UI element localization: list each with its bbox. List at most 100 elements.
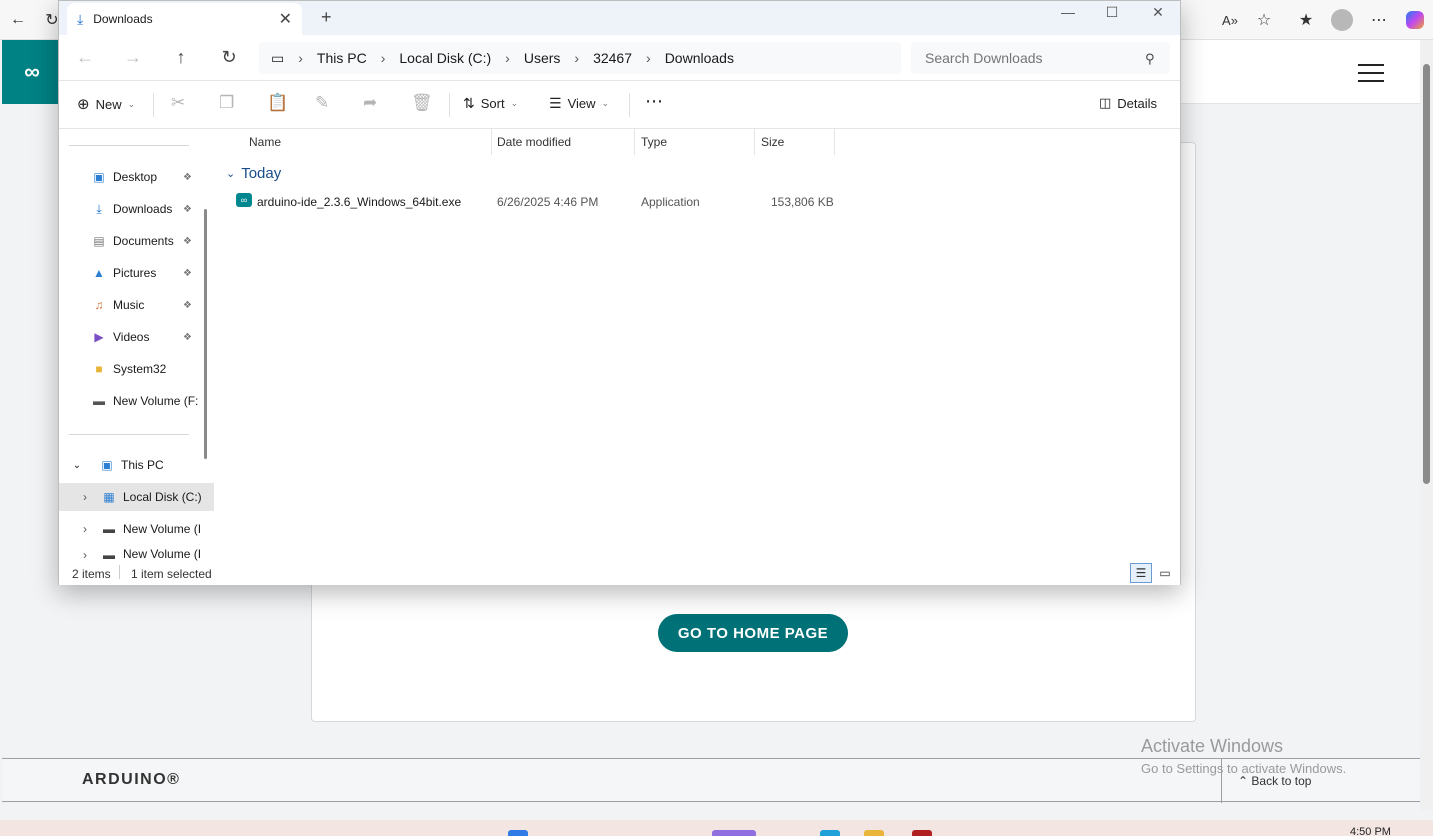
edge-icon[interactable]	[820, 830, 840, 836]
nav-item-local-disk-c[interactable]: › ▦ Local Disk (C:)	[59, 483, 214, 511]
crumb-local-disk[interactable]: Local Disk (C:)	[399, 50, 491, 66]
new-button[interactable]: ⊕ New ⌄	[77, 95, 135, 113]
read-aloud-icon[interactable]: A»	[1218, 8, 1242, 32]
chevron-right-icon[interactable]: ›	[381, 50, 386, 66]
pin-icon[interactable]: ❖	[183, 204, 192, 215]
pin-icon[interactable]: ❖	[183, 268, 192, 279]
close-tab-icon[interactable]: ✕	[279, 9, 292, 29]
chevron-down-icon[interactable]: ⌄	[69, 457, 85, 473]
chevron-right-icon[interactable]: ›	[77, 547, 93, 561]
column-divider[interactable]	[491, 129, 492, 155]
file-date: 6/26/2025 4:46 PM	[497, 195, 599, 209]
scrollbar-thumb[interactable]	[1423, 64, 1430, 484]
column-divider[interactable]	[834, 129, 835, 155]
nav-item-videos[interactable]: ▶ Videos ❖	[59, 323, 214, 351]
footer-logo[interactable]: ARDUINO®	[82, 771, 180, 789]
chevron-right-icon[interactable]: ›	[77, 521, 93, 537]
paste-icon[interactable]: 📋	[267, 93, 288, 113]
go-to-home-page-button[interactable]: GO TO HOME PAGE	[658, 614, 848, 652]
nav-item-documents[interactable]: ▤ Documents ❖	[59, 227, 214, 255]
nav-item-label: Pictures	[113, 266, 157, 280]
chevron-right-icon[interactable]: ›	[298, 50, 303, 66]
file-explorer-icon[interactable]	[864, 830, 884, 836]
pin-icon[interactable]: ❖	[183, 332, 192, 343]
nav-scrollbar[interactable]	[204, 209, 207, 459]
toolbar-divider	[449, 93, 450, 117]
tiles-view-icon[interactable]: ▭	[1154, 563, 1176, 583]
minimize-icon[interactable]: —	[1045, 1, 1091, 23]
new-tab-icon[interactable]: +	[321, 7, 332, 28]
delete-icon[interactable]: 🗑	[411, 93, 433, 113]
see-more-icon[interactable]: ⋯	[645, 91, 663, 112]
chevron-right-icon[interactable]: ›	[646, 50, 651, 66]
nav-item-this-pc[interactable]: ⌄ ▣ This PC	[59, 451, 214, 479]
table-row[interactable]: ∞ arduino-ide_2.3.6_Windows_64bit.exe 6/…	[216, 189, 856, 213]
group-label: Today	[241, 165, 282, 182]
status-divider	[119, 565, 120, 579]
chevron-right-icon[interactable]: ›	[505, 50, 510, 66]
pin-icon[interactable]: ❖	[183, 236, 192, 247]
hamburger-menu-icon[interactable]	[1358, 64, 1384, 82]
nav-item-system32[interactable]: ■ System32	[59, 355, 214, 383]
copy-icon[interactable]: ❐	[219, 93, 234, 113]
chevron-right-icon[interactable]: ›	[77, 489, 93, 505]
taskbar-clock[interactable]: 4:50 PM	[1350, 826, 1391, 836]
group-header-today[interactable]: ⌄ Today	[226, 165, 281, 182]
column-divider[interactable]	[754, 129, 755, 155]
nav-item-new-volume-f[interactable]: ▬ New Volume (F:	[59, 387, 214, 415]
more-icon[interactable]: ⋯	[1367, 8, 1391, 32]
column-size[interactable]: Size	[761, 135, 784, 149]
rename-icon[interactable]: ✎	[315, 93, 329, 113]
page-scrollbar[interactable]	[1420, 40, 1433, 810]
back-to-top-link[interactable]: ⌃ Back to top	[1238, 774, 1311, 788]
nav-item-label: Local Disk (C:)	[123, 490, 202, 504]
crumb-users[interactable]: Users	[524, 50, 561, 66]
crumb-this-pc[interactable]: This PC	[317, 50, 367, 66]
nav-item-downloads[interactable]: ⤓ Downloads ❖	[59, 195, 214, 223]
favorite-star-icon[interactable]: ☆	[1252, 8, 1276, 32]
view-button[interactable]: ☰ View ⌄	[549, 95, 609, 112]
chevron-right-icon[interactable]: ›	[574, 50, 579, 66]
column-type[interactable]: Type	[641, 135, 667, 149]
taskbar-app-icon-2[interactable]	[912, 830, 932, 836]
search-icon[interactable]: ⚲	[1145, 51, 1155, 67]
tab-downloads[interactable]: ⤓ Downloads ✕	[67, 3, 302, 35]
taskbar-app-icon[interactable]	[712, 830, 756, 836]
column-divider[interactable]	[634, 129, 635, 155]
nav-item-music[interactable]: ♫ Music ❖	[59, 291, 214, 319]
crumb-downloads[interactable]: Downloads	[665, 50, 734, 66]
computer-icon[interactable]: ▭	[271, 50, 284, 67]
nav-up-icon[interactable]: ↑	[169, 47, 193, 68]
nav-refresh-icon[interactable]: ↻	[217, 47, 241, 68]
nav-item-new-volume-2[interactable]: › ▬ New Volume (I	[59, 547, 214, 561]
nav-item-new-volume[interactable]: › ▬ New Volume (I	[59, 515, 214, 543]
maximize-icon[interactable]: ☐	[1089, 1, 1135, 23]
start-icon[interactable]	[508, 830, 528, 836]
command-bar: ⊕ New ⌄ ✂ ❐ 📋 ✎ ➦ 🗑 ⇅ Sort ⌄ ☰ View ⌄ ⋯ …	[59, 81, 1180, 129]
nav-back-icon[interactable]: ←	[73, 47, 97, 68]
file-name[interactable]: arduino-ide_2.3.6_Windows_64bit.exe	[257, 195, 461, 209]
nav-item-label: Desktop	[113, 170, 158, 184]
favorites-icon[interactable]: ★	[1294, 8, 1318, 32]
sort-button[interactable]: ⇅ Sort ⌄	[463, 95, 518, 112]
nav-item-desktop[interactable]: ▣ Desktop ❖	[59, 163, 214, 191]
column-date-modified[interactable]: Date modified	[497, 135, 571, 149]
chevron-down-icon: ⌄	[601, 98, 610, 108]
share-icon[interactable]: ➦	[363, 93, 377, 113]
profile-avatar[interactable]	[1331, 9, 1353, 31]
details-view-icon[interactable]: ☰	[1130, 563, 1152, 583]
nav-item-pictures[interactable]: ▲ Pictures ❖	[59, 259, 214, 287]
crumb-user-folder[interactable]: 32467	[593, 50, 632, 66]
search-input[interactable]	[911, 42, 1170, 74]
arduino-logo-icon[interactable]: ∞	[2, 40, 62, 104]
nav-forward-icon[interactable]: →	[121, 47, 145, 68]
close-window-icon[interactable]: ✕	[1135, 1, 1181, 23]
pin-icon[interactable]: ❖	[183, 172, 192, 183]
details-button[interactable]: ◫ Details	[1099, 95, 1157, 111]
copilot-icon[interactable]	[1406, 11, 1424, 29]
back-icon[interactable]: ←	[6, 8, 30, 32]
column-name[interactable]: Name	[249, 135, 281, 149]
breadcrumb[interactable]: ▭ › This PC › Local Disk (C:) › Users › …	[259, 42, 901, 74]
cut-icon[interactable]: ✂	[171, 93, 185, 113]
pin-icon[interactable]: ❖	[183, 300, 192, 311]
